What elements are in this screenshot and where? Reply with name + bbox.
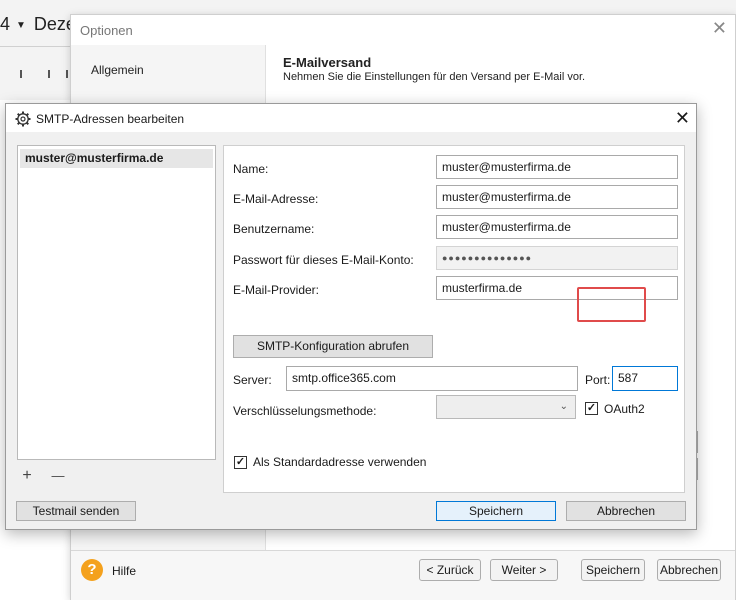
provider-label: E-Mail-Provider:	[233, 283, 320, 297]
oauth2-label: OAuth2	[604, 402, 645, 416]
name-label: Name:	[233, 162, 269, 176]
default-address-checkbox[interactable]: ✓	[234, 456, 247, 469]
save-button[interactable]: Speichern	[581, 559, 645, 581]
section-heading: E-Mailversand	[283, 55, 372, 70]
oauth2-checkbox[interactable]: ✓	[585, 402, 598, 415]
help-label[interactable]: Hilfe	[112, 564, 136, 578]
next-button[interactable]: Weiter >	[490, 559, 558, 581]
encryption-label: Verschlüsselungsmethode:	[233, 404, 377, 418]
background-year-text: 4	[0, 14, 11, 34]
nav-item-allgemein[interactable]: Allgemein	[91, 63, 144, 77]
close-icon[interactable]: ✕	[712, 18, 727, 39]
section-subheading: Nehmen Sie die Einstellungen für den Ver…	[283, 71, 586, 83]
password-field[interactable]: ●●●●●●●●●●●●●●	[436, 246, 678, 270]
options-dialog-title: Optionen	[80, 23, 133, 38]
back-button[interactable]: < Zurück	[419, 559, 481, 581]
checkmark-icon: ✓	[235, 456, 246, 468]
save-button[interactable]: Speichern	[436, 501, 556, 521]
list-item[interactable]: muster@musterfirma.de	[20, 149, 213, 168]
add-account-button[interactable]: +	[19, 468, 35, 485]
highlight-box	[577, 287, 646, 322]
port-label: Port:	[585, 373, 611, 387]
username-label: Benutzername:	[233, 222, 315, 236]
send-test-mail-button[interactable]: Testmail senden	[16, 501, 136, 521]
smtp-dialog: SMTP-Adressen bearbeiten ✕ muster@muster…	[5, 103, 697, 530]
background-divider	[0, 46, 70, 47]
default-address-label: Als Standardadresse verwenden	[253, 455, 427, 469]
cancel-button[interactable]: Abbrechen	[566, 501, 686, 521]
smtp-dialog-title: SMTP-Adressen bearbeiten	[36, 112, 185, 126]
email-field[interactable]: muster@musterfirma.de	[436, 185, 678, 209]
chevron-down-icon: ⌄	[559, 401, 568, 412]
fetch-smtp-config-button[interactable]: SMTP-Konfiguration abrufen	[233, 335, 433, 358]
help-icon[interactable]: ?	[81, 559, 103, 581]
server-label: Server:	[233, 373, 272, 387]
chevron-down-icon: ▼	[16, 19, 26, 31]
close-icon[interactable]: ✕	[675, 108, 690, 129]
gear-icon	[15, 111, 31, 127]
port-field[interactable]: 587	[612, 366, 678, 391]
smtp-account-list[interactable]: muster@musterfirma.de	[17, 145, 216, 460]
background-period-selector[interactable]: 4 ▼ Deze	[0, 14, 76, 35]
background-ruler	[0, 70, 70, 80]
password-label: Passwort für dieses E-Mail-Konto:	[233, 253, 414, 267]
remove-account-button[interactable]: —	[50, 469, 66, 485]
email-label: E-Mail-Adresse:	[233, 192, 319, 206]
cancel-button[interactable]: Abbrechen	[657, 559, 721, 581]
name-field[interactable]: muster@musterfirma.de	[436, 155, 678, 179]
encryption-select[interactable]: ⌄	[436, 395, 576, 419]
server-field[interactable]: smtp.office365.com	[286, 366, 578, 391]
checkmark-icon: ✓	[586, 402, 597, 414]
username-field[interactable]: muster@musterfirma.de	[436, 215, 678, 239]
